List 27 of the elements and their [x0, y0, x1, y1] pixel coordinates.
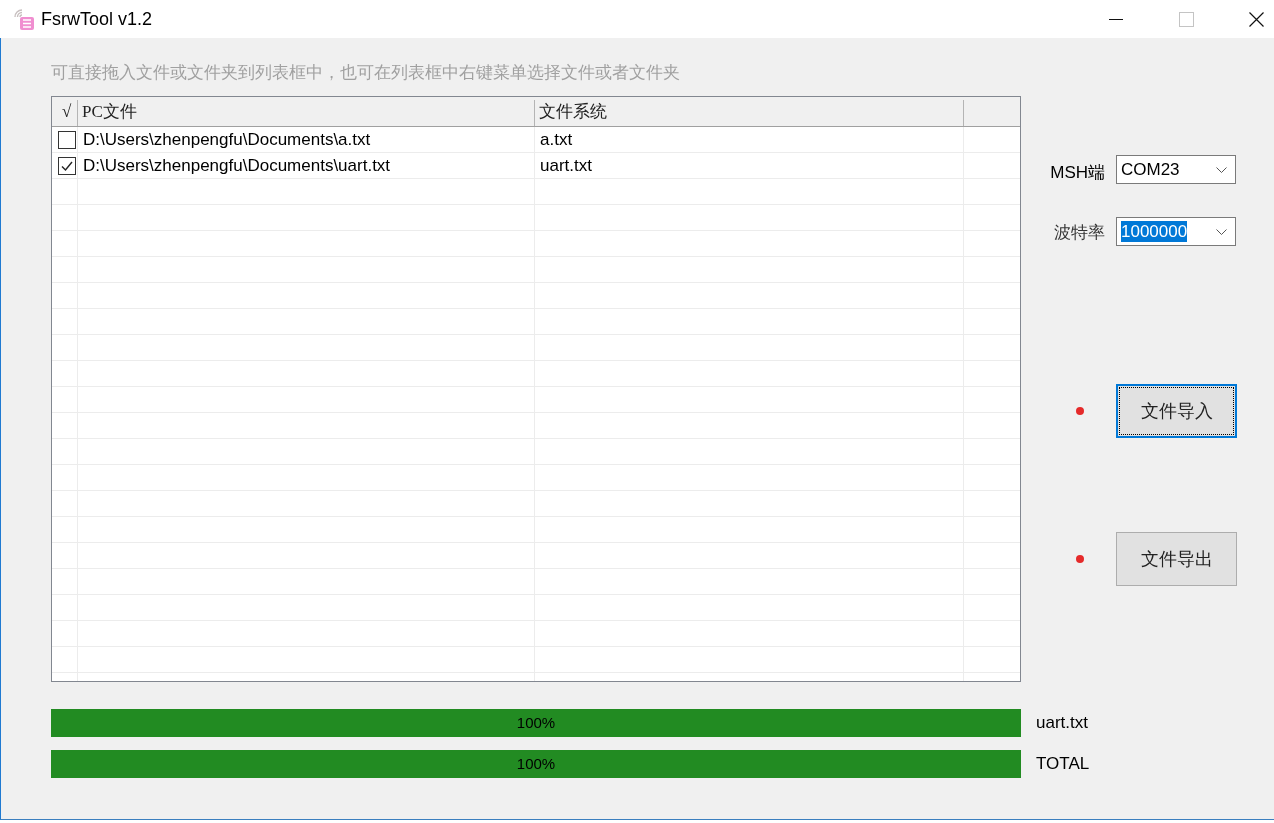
- port-dropdown[interactable]: COM23: [1116, 155, 1236, 184]
- column-header[interactable]: √: [52, 100, 78, 126]
- window-title: FsrwTool v1.2: [41, 8, 153, 30]
- instruction-text: 可直接拖入文件或文件夹到列表框中，也可在列表框中右键菜单选择文件或者文件夹: [51, 62, 681, 82]
- app-logo-icon: [12, 8, 34, 30]
- column-header[interactable]: 文件系统: [535, 100, 964, 126]
- table-cell: uart.txt: [540, 155, 592, 176]
- action-button[interactable]: 文件导入: [1116, 384, 1237, 438]
- table-cell: D:\Users\zhenpengfu\Documents\a.txt: [83, 129, 371, 150]
- chevron-down-icon: [1216, 166, 1227, 173]
- progress-percent: 100%: [516, 755, 556, 773]
- chevron-down-icon: [1216, 228, 1227, 235]
- table-cell: D:\Users\zhenpengfu\Documents\uart.txt: [83, 155, 391, 176]
- setting-label: MSH端: [1049, 162, 1106, 184]
- row-checkbox[interactable]: [58, 130, 76, 149]
- action-button[interactable]: 文件导出: [1116, 532, 1237, 586]
- maximize-icon: [1178, 11, 1194, 27]
- baud-rate-dropdown[interactable]: 1000000: [1116, 217, 1236, 246]
- minimize-icon: [1109, 18, 1123, 20]
- row-checkbox[interactable]: [58, 156, 76, 175]
- progress-percent: 100%: [516, 714, 556, 732]
- column-header[interactable]: PC文件: [78, 100, 535, 126]
- close-icon: [1248, 11, 1264, 27]
- progress-label: uart.txt: [1036, 713, 1088, 733]
- setting-label: 波特率: [1053, 222, 1106, 244]
- progress-label: TOTAL: [1036, 754, 1090, 774]
- table-cell: a.txt: [540, 129, 573, 150]
